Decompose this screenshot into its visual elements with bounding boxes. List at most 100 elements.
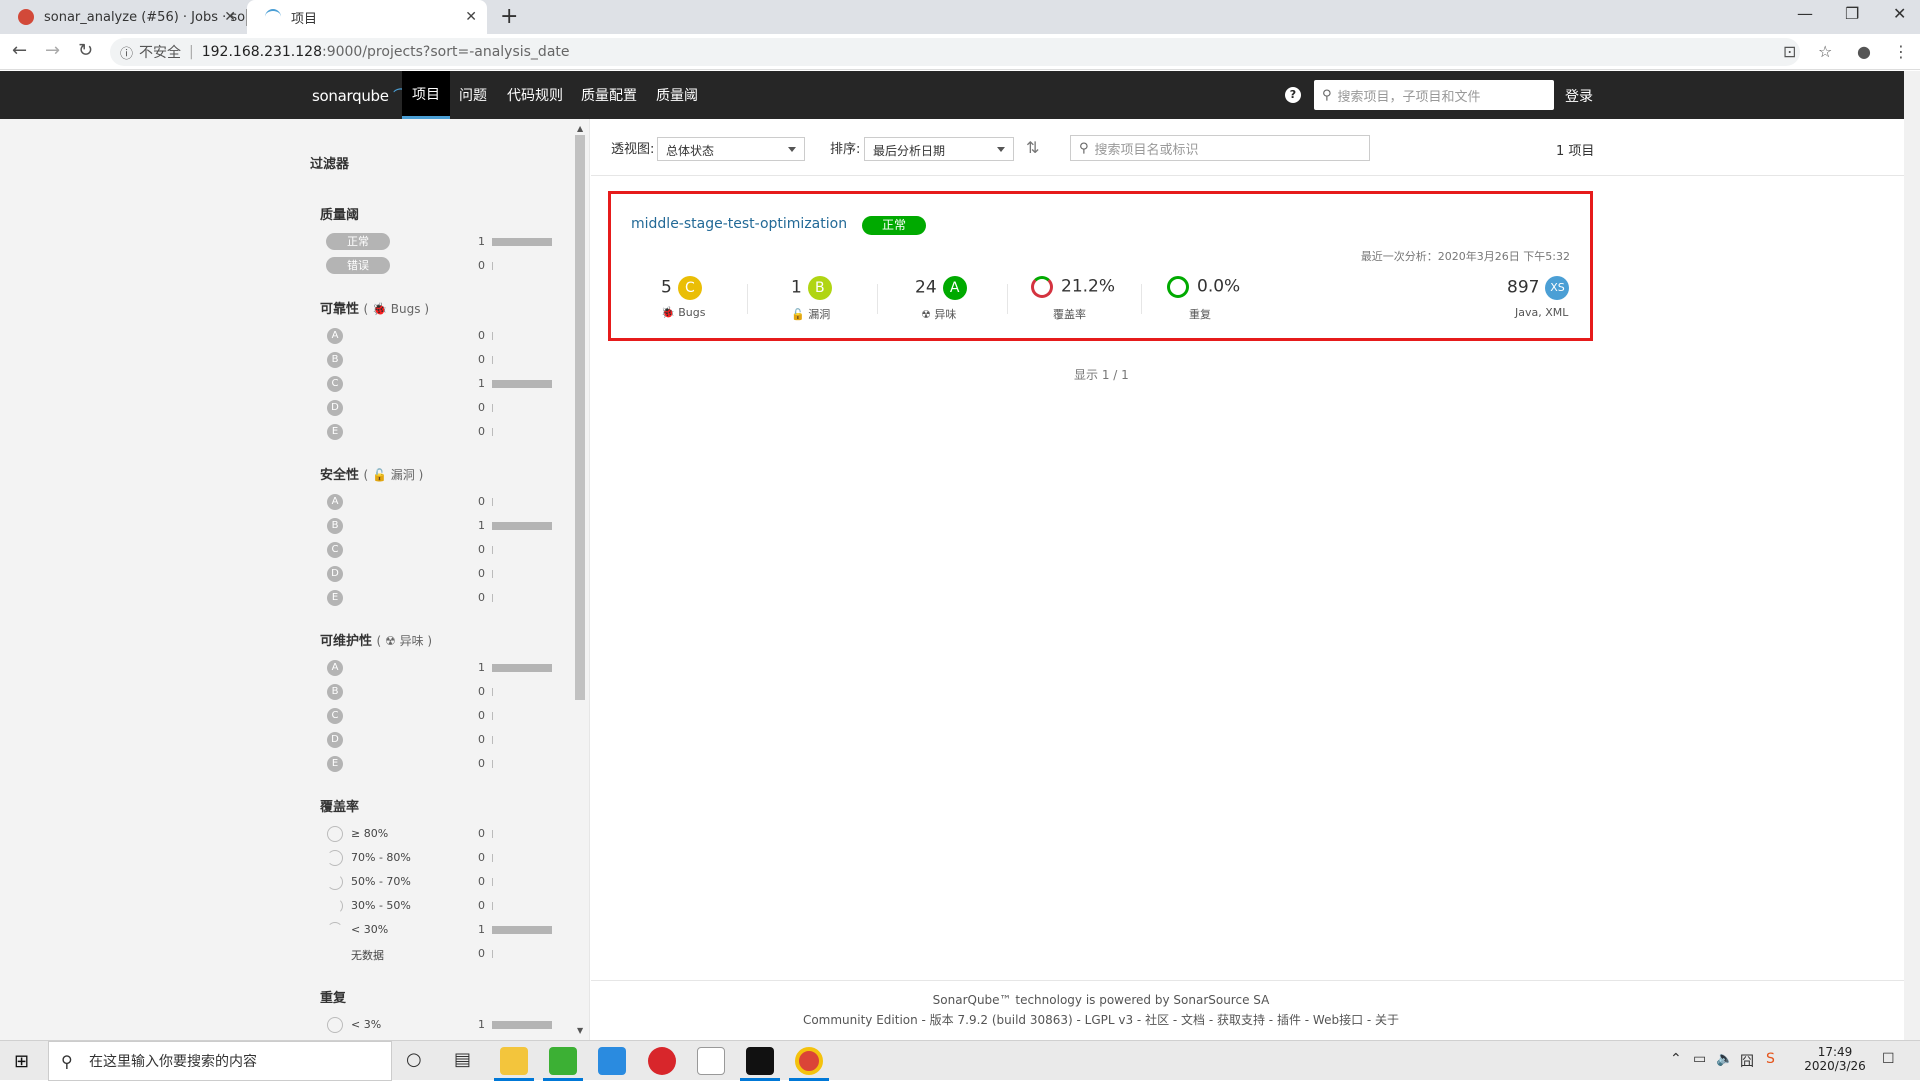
lock-icon: 🔓 [791, 308, 805, 321]
filter-quality-gate-title: 质量阈 [320, 208, 360, 223]
filter-row[interactable]: C0 [326, 706, 556, 726]
tray-chevron-icon[interactable]: ⌃ [1670, 1051, 1682, 1067]
taskbar-search-input[interactable]: ⚲ 在这里输入你要搜索的内容 [48, 1041, 392, 1081]
page-scrollbar[interactable] [1904, 71, 1920, 1040]
windows-start-icon[interactable]: ⊞ [14, 1051, 29, 1072]
filter-row[interactable]: A0 [326, 492, 556, 512]
filter-row[interactable]: B0 [326, 350, 556, 370]
nav-projects[interactable]: 项目 [402, 71, 450, 119]
footer-powered-by: SonarQube™ technology is powered by Sona… [932, 993, 1270, 1007]
filter-row[interactable]: E0 [326, 588, 556, 608]
filter-row[interactable]: 50% - 70% 0 [326, 872, 556, 892]
profile-icon[interactable]: ● [1857, 42, 1871, 61]
filter-row[interactable]: D0 [326, 398, 556, 418]
filter-duplication-title: 重复 [320, 991, 347, 1006]
scroll-down-icon[interactable]: ▼ [577, 1026, 583, 1035]
filter-row[interactable]: C1 [326, 374, 556, 394]
filter-reliability-title: 可靠性 ( 🐞 Bugs ) [320, 302, 430, 317]
browser-tab-projects[interactable]: 项目 ✕ [247, 0, 487, 34]
rating-badge: C [677, 276, 702, 300]
cortana-icon[interactable]: ○ [406, 1049, 422, 1070]
last-analysis-date: 最近一次分析：2020年3月26日 下午5:32 [1360, 250, 1570, 263]
rating-badge: B [807, 276, 832, 300]
vulnerabilities-metric[interactable]: 1B 🔓 漏洞 [791, 276, 832, 321]
address-bar[interactable]: ⓘ 不安全 | 192.168.231.128 :9000/projects?s… [110, 38, 1800, 66]
filter-row[interactable]: 正常 1 [326, 232, 556, 252]
help-icon[interactable]: ? [1285, 87, 1301, 103]
battery-icon[interactable]: ▭ [1693, 1051, 1706, 1067]
file-explorer-icon[interactable] [500, 1047, 528, 1075]
bugs-metric[interactable]: 5C 🐞 Bugs [661, 276, 705, 319]
new-tab-icon[interactable]: + [500, 4, 518, 29]
volume-icon[interactable]: 🔈 [1716, 1051, 1733, 1067]
app-icon[interactable] [598, 1047, 626, 1075]
coverage-ring-icon [327, 874, 343, 890]
minimize-icon[interactable]: — [1797, 4, 1813, 23]
forward-icon[interactable]: → [45, 40, 60, 61]
bookmark-star-icon[interactable]: ☆ [1818, 42, 1832, 61]
sort-direction-icon[interactable]: ⇅ [1026, 138, 1039, 157]
tab-title: 项目 [291, 11, 318, 27]
filter-row[interactable]: E0 [326, 422, 556, 442]
code-smells-metric[interactable]: 24 A ☢ 异味 [915, 276, 967, 321]
perspective-select[interactable]: 总体状态 [657, 137, 805, 161]
wechat-icon[interactable] [549, 1047, 577, 1075]
filter-row[interactable]: D0 [326, 564, 556, 584]
project-search-input[interactable]: ⚲ 搜索项目名或标识 [1070, 135, 1370, 161]
filter-row[interactable]: A1 [326, 658, 556, 678]
filter-row[interactable]: E0 [326, 754, 556, 774]
sogou-icon[interactable]: S [1766, 1051, 1775, 1067]
intellij-icon[interactable] [746, 1047, 774, 1075]
search-icon: ⚲ [61, 1051, 73, 1071]
sort-select[interactable]: 最后分析日期 [864, 137, 1014, 161]
nav-quality-gates[interactable]: 质量阈 [656, 71, 698, 119]
filter-row[interactable]: A0 [326, 326, 556, 346]
filter-row[interactable]: < 30% 1 [326, 920, 556, 940]
footer-links[interactable]: Community Edition - 版本 7.9.2 (build 3086… [591, 1011, 1611, 1028]
menu-dots-icon[interactable]: ⋮ [1893, 42, 1909, 61]
netease-music-icon[interactable] [648, 1047, 676, 1075]
info-icon[interactable]: ⓘ [120, 43, 133, 62]
back-icon[interactable]: ← [12, 40, 27, 61]
translate-icon[interactable]: ⊡ [1783, 42, 1796, 61]
nav-issues[interactable]: 问题 [459, 71, 487, 119]
typora-icon[interactable] [697, 1047, 725, 1075]
browser-tab-jenkins[interactable]: sonar_analyze (#56) · Jobs · so ✕ [0, 0, 246, 34]
close-tab-icon[interactable]: ✕ [224, 9, 236, 25]
filter-row[interactable]: D0 [326, 730, 556, 750]
nav-rules[interactable]: 代码规则 [507, 71, 563, 119]
reload-icon[interactable]: ↻ [78, 40, 93, 61]
sonarqube-navbar: sonarqube ⌒ 项目 问题 代码规则 质量配置 质量阈 ? ⚲ 搜索项目… [0, 71, 1904, 119]
browser-tab-strip: sonar_analyze (#56) · Jobs · so ✕ 项目 ✕ +… [0, 0, 1920, 34]
filter-row[interactable]: 70% - 80% 0 [326, 848, 556, 868]
coverage-metric[interactable]: 21.2% 覆盖率 [1031, 276, 1115, 321]
nav-quality-profiles[interactable]: 质量配置 [581, 71, 637, 119]
filter-row[interactable]: 30% - 50% 0 [326, 896, 556, 916]
restore-icon[interactable]: ❐ [1845, 4, 1859, 23]
login-link[interactable]: 登录 [1565, 86, 1593, 106]
project-name-link[interactable]: middle-stage-test-optimization [631, 216, 847, 232]
close-tab-icon[interactable]: ✕ [465, 9, 477, 25]
notification-icon[interactable]: ☐ [1882, 1051, 1895, 1067]
scroll-up-icon[interactable]: ▲ [577, 124, 583, 133]
filter-row[interactable]: ≥ 80% 0 [326, 824, 556, 844]
filter-row[interactable]: B1 [326, 516, 556, 536]
filter-row[interactable]: 无数据 0 [326, 944, 556, 964]
filter-row[interactable]: B0 [326, 682, 556, 702]
metric-divider [747, 284, 748, 314]
bug-icon: 🐞 [661, 306, 675, 319]
filter-row[interactable]: 错误 0 [326, 256, 556, 276]
filter-row[interactable]: < 3% 1 [326, 1015, 556, 1035]
close-window-icon[interactable]: ✕ [1893, 4, 1906, 23]
chrome-icon[interactable] [795, 1047, 823, 1075]
quality-gate-badge: 正常 [862, 216, 926, 235]
taskbar-clock[interactable]: 17:49 2020/3/26 [1800, 1045, 1870, 1073]
ime-icon[interactable]: 囧 [1740, 1051, 1754, 1071]
sidebar-scrollbar[interactable] [575, 135, 585, 700]
task-view-icon[interactable]: ▤ [454, 1049, 471, 1070]
global-search-input[interactable]: ⚲ 搜索项目，子项目和文件 [1314, 80, 1554, 110]
filter-row[interactable]: C0 [326, 540, 556, 560]
duplication-metric[interactable]: 0.0% 重复 [1167, 276, 1240, 321]
footer-divider [591, 980, 1904, 981]
sonarqube-logo[interactable]: sonarqube ⌒ [312, 85, 408, 106]
